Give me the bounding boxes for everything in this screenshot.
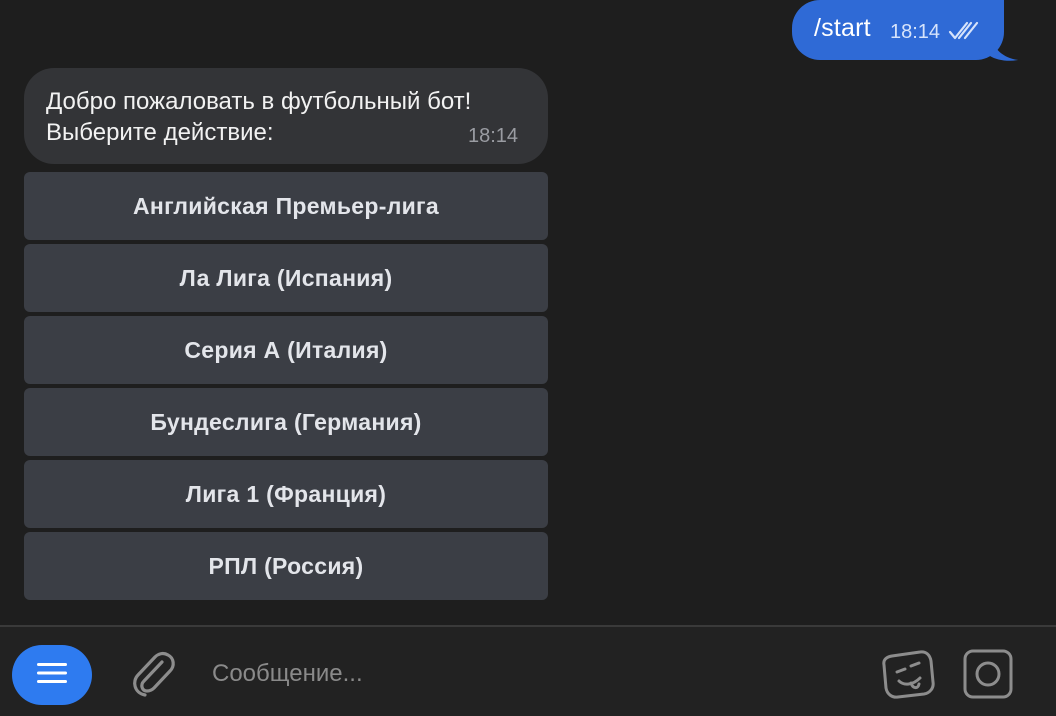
camera-icon[interactable] [962,648,1014,705]
keyboard-button-premier-league[interactable]: Английская Премьер-лига [24,172,548,240]
keyboard-button-rpl[interactable]: РПЛ (Россия) [24,532,548,600]
double-check-icon [948,20,980,47]
keyboard-button-serie-a[interactable]: Серия А (Италия) [24,316,548,384]
sticker-icon[interactable] [880,648,936,707]
incoming-message-line-2: Выберите действие: [46,119,274,146]
menu-button[interactable] [12,645,92,705]
paperclip-icon[interactable] [128,648,178,705]
keyboard-button-bundesliga[interactable]: Бундеслига (Германия) [24,388,548,456]
menu-icon [36,661,68,690]
incoming-message-time: 18:14 [468,125,519,147]
outgoing-message-text: /start [814,14,871,42]
incoming-message-line-1: Добро пожаловать в футбольный бот! [46,88,472,115]
chat-area: /start 18:14 Добро пожаловать в футбольн… [0,0,1056,625]
keyboard-button-la-liga[interactable]: Ла Лига (Испания) [24,244,548,312]
keyboard-button-ligue-1[interactable]: Лига 1 (Франция) [24,460,548,528]
outgoing-message-time: 18:14 [890,21,941,43]
incoming-message-bubble [24,68,548,164]
message-input[interactable]: Сообщение... [212,660,363,688]
